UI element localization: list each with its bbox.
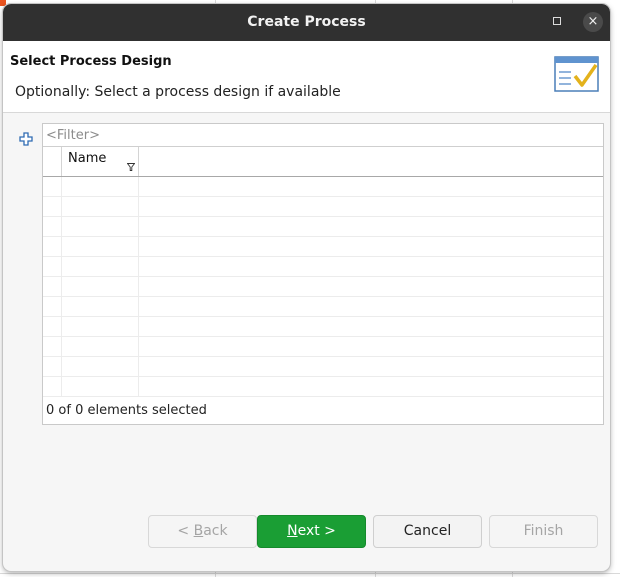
table-cell-selection: [43, 337, 62, 357]
table-row[interactable]: [43, 257, 603, 277]
back-button-prefix: <: [177, 523, 194, 539]
table-row[interactable]: [43, 377, 603, 397]
wizard-header: Select Process Design Optionally: Select…: [3, 41, 610, 113]
table-cell-selection: [43, 197, 62, 217]
filter-funnel-icon[interactable]: [127, 163, 135, 171]
next-button-mnemonic: N: [287, 523, 298, 539]
maximize-button[interactable]: [553, 17, 561, 25]
column-header-name[interactable]: Name: [62, 147, 139, 176]
table-row[interactable]: [43, 337, 603, 357]
column-header-name-label: Name: [68, 151, 107, 166]
background-grid-line: [0, 573, 620, 574]
table-cell-name: [62, 317, 139, 337]
next-button[interactable]: Next >: [257, 515, 366, 548]
cancel-button[interactable]: Cancel: [373, 515, 482, 548]
create-process-dialog: Create Process × Select Process Design O…: [3, 4, 610, 571]
table-cell-name: [62, 177, 139, 197]
back-button[interactable]: < Back: [148, 515, 257, 548]
table-cell-selection: [43, 217, 62, 237]
table-row[interactable]: [43, 277, 603, 297]
table-row[interactable]: [43, 177, 603, 197]
page-description: Optionally: Select a process design if a…: [15, 84, 341, 100]
page-title: Select Process Design: [10, 54, 172, 69]
table-cell-selection: [43, 297, 62, 317]
table-cell-name: [62, 377, 139, 397]
next-button-label: ext >: [297, 523, 336, 539]
add-process-design-icon[interactable]: [18, 131, 34, 147]
process-design-table-panel: Name 0 of 0 elements selected: [42, 123, 604, 425]
finish-button[interactable]: Finish: [489, 515, 598, 548]
table-row[interactable]: [43, 317, 603, 337]
table-cell-name: [62, 257, 139, 277]
table-body: [43, 177, 603, 397]
table-cell-name: [62, 297, 139, 317]
table-cell-name: [62, 357, 139, 377]
wizard-checklist-icon: [554, 56, 599, 92]
table-cell-selection: [43, 357, 62, 377]
table-header: Name: [43, 147, 603, 177]
table-cell-name: [62, 197, 139, 217]
table-cell-selection: [43, 377, 62, 397]
table-row[interactable]: [43, 197, 603, 217]
selection-status: 0 of 0 elements selected: [46, 403, 207, 418]
close-button[interactable]: ×: [583, 12, 603, 32]
back-button-mnemonic: B: [193, 523, 204, 539]
filter-input[interactable]: [43, 124, 603, 147]
table-cell-selection: [43, 277, 62, 297]
window-title: Create Process: [247, 14, 366, 30]
back-button-label: ack: [203, 523, 228, 539]
table-row[interactable]: [43, 297, 603, 317]
table-row[interactable]: [43, 357, 603, 377]
title-bar[interactable]: Create Process ×: [3, 4, 610, 41]
column-header-selection[interactable]: [43, 147, 62, 176]
table-cell-name: [62, 237, 139, 257]
table-cell-name: [62, 337, 139, 357]
table-row[interactable]: [43, 217, 603, 237]
table-row[interactable]: [43, 237, 603, 257]
table-cell-selection: [43, 257, 62, 277]
table-cell-selection: [43, 317, 62, 337]
table-cell-name: [62, 217, 139, 237]
table-cell-selection: [43, 177, 62, 197]
table-cell-selection: [43, 237, 62, 257]
table-cell-name: [62, 277, 139, 297]
